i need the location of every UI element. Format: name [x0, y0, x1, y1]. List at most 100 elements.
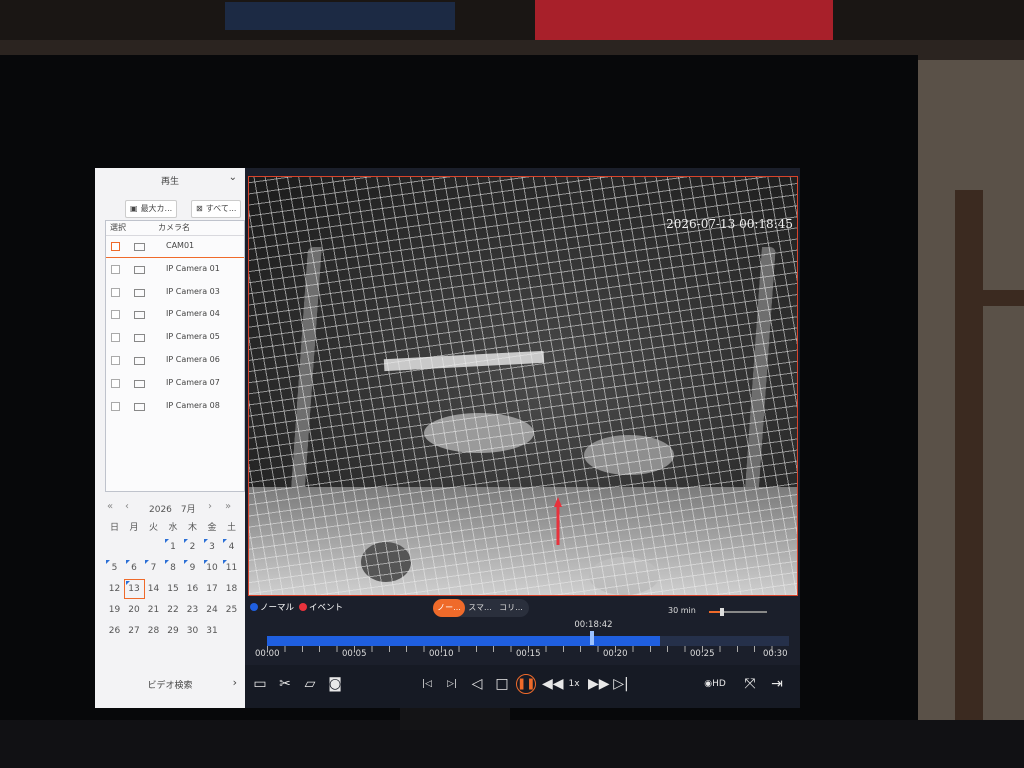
chevron-down-icon[interactable]: ⌄: [229, 172, 237, 183]
step-frame-icon[interactable]: ▷|: [612, 674, 630, 694]
next-year-button[interactable]: »: [225, 501, 231, 512]
calendar-day[interactable]: 9: [183, 559, 202, 577]
calendar-day[interactable]: 17: [203, 580, 222, 598]
tab-smart[interactable]: スマ...: [465, 599, 495, 617]
tab-other[interactable]: コリ...: [495, 599, 527, 617]
tab-normal[interactable]: ノー...: [433, 599, 465, 617]
checkbox[interactable]: [111, 287, 120, 297]
skip-back-30-icon[interactable]: |◁: [418, 674, 436, 694]
max-channel-button[interactable]: ▣ 最大カ...: [125, 200, 178, 218]
camera-name: IP Camera 04: [166, 309, 220, 319]
tick-label: 00:10: [429, 649, 454, 659]
calendar-day[interactable]: 28: [144, 622, 163, 640]
grid-icon: ▣: [130, 204, 138, 213]
calendar-day[interactable]: 1: [164, 538, 183, 556]
calendar-day[interactable]: 20: [125, 601, 144, 619]
tick-label: 00:20: [603, 649, 628, 659]
zoom-knob[interactable]: [719, 608, 724, 616]
camera-row[interactable]: IP Camera 05: [106, 326, 244, 348]
weekday-label: 火: [148, 523, 158, 533]
checkbox[interactable]: [111, 401, 120, 411]
calendar-day[interactable]: 16: [183, 580, 202, 598]
tick-label: 00:30: [763, 649, 788, 659]
exit-icon[interactable]: ⇥: [767, 674, 787, 694]
slow-icon[interactable]: ◀◀: [542, 674, 564, 694]
camera-name: IP Camera 08: [166, 400, 220, 410]
calendar-day[interactable]: 21: [144, 601, 163, 619]
calendar-day[interactable]: 22: [164, 601, 183, 619]
camera-icon: [134, 288, 145, 297]
playhead[interactable]: [590, 631, 595, 645]
camera-row[interactable]: IP Camera 08: [106, 395, 244, 417]
fullscreen-icon[interactable]: ⤧: [740, 674, 760, 694]
camera-row[interactable]: IP Camera 06: [106, 349, 244, 371]
checkbox[interactable]: [111, 264, 120, 274]
camera-list: 選択 カメラ名 CAM01 IP Camera 01 IP Camera 03 IP …: [105, 220, 245, 492]
weekday-label: 土: [226, 523, 236, 533]
speed-label[interactable]: 1x: [565, 674, 583, 694]
camera-snapshot-icon[interactable]: ◙: [325, 674, 345, 694]
calendar-day[interactable]: 13: [123, 579, 145, 599]
legend-event: イベント: [299, 601, 343, 613]
scissors-icon[interactable]: ✂: [275, 674, 295, 694]
zoom-label: 30 min: [668, 606, 696, 615]
next-month-button[interactable]: ›: [208, 501, 212, 512]
timeline-track[interactable]: [267, 631, 789, 646]
folder-icon[interactable]: ▱: [300, 674, 320, 694]
calendar-day[interactable]: 24: [203, 601, 222, 619]
calendar-day[interactable]: 23: [183, 601, 202, 619]
calendar-day[interactable]: 10: [203, 559, 222, 577]
calendar-day[interactable]: 29: [164, 622, 183, 640]
chevron-right-icon[interactable]: ›: [233, 676, 237, 689]
calendar-day[interactable]: 18: [222, 580, 241, 598]
record-type-tabs: ノー... スマ... コリ...: [433, 599, 529, 617]
camera-row[interactable]: CAM01: [106, 235, 244, 258]
skip-forward-30-icon[interactable]: ▷|: [443, 674, 461, 694]
reverse-play-icon[interactable]: ◁: [468, 674, 486, 694]
quality-toggle[interactable]: ◉HD: [700, 674, 730, 694]
video-viewport[interactable]: 2026-07-13 00:18:45: [248, 176, 798, 596]
checkbox[interactable]: [111, 378, 120, 388]
calendar-day[interactable]: 14: [144, 580, 163, 598]
camera-icon: [134, 357, 145, 365]
checkbox[interactable]: [111, 333, 120, 343]
calendar-day[interactable]: 4: [222, 538, 241, 556]
calendar-day[interactable]: 31: [203, 622, 222, 640]
zoom-slider[interactable]: [709, 608, 767, 616]
video-search-link[interactable]: ビデオ検索: [95, 678, 245, 691]
calendar-day[interactable]: 8: [164, 559, 183, 577]
checkbox[interactable]: [111, 310, 120, 320]
calendar-day[interactable]: 26: [105, 622, 124, 640]
calendar-day[interactable]: 27: [125, 622, 144, 640]
recorded-segment: [267, 636, 661, 646]
camera-row[interactable]: IP Camera 04: [106, 303, 244, 325]
calendar-day[interactable]: 5: [105, 559, 124, 577]
calendar-day[interactable]: 19: [105, 601, 124, 619]
stop-icon[interactable]: □: [493, 674, 511, 694]
close-all-button[interactable]: ⊠ すべて...: [191, 200, 242, 218]
calendar-day[interactable]: 15: [164, 580, 183, 598]
calendar-day[interactable]: 25: [222, 601, 241, 619]
calendar-day[interactable]: 3: [203, 538, 222, 556]
tick-label: 00:05: [342, 649, 367, 659]
checkbox[interactable]: [111, 242, 120, 251]
calendar-day[interactable]: 6: [125, 559, 144, 577]
pause-button[interactable]: ❚❚: [516, 674, 538, 694]
calendar-day[interactable]: 7: [144, 559, 163, 577]
video-clip-icon[interactable]: ▭: [250, 674, 270, 694]
camera-row[interactable]: IP Camera 01: [106, 258, 244, 280]
camera-row[interactable]: IP Camera 07: [106, 372, 244, 394]
calendar-day[interactable]: 2: [183, 538, 202, 556]
playback-controls: ▭ ✂ ▱ ◙ |◁ ▷| ◁ □ ❚❚ ◀◀ 1x ▶▶ ▷| ◉HD ⤧ ⇥: [245, 665, 800, 708]
forward-icon[interactable]: ▶▶: [588, 674, 610, 694]
camera-row[interactable]: IP Camera 03: [106, 281, 244, 303]
red-box-on-shelf: [535, 0, 833, 45]
calendar-day[interactable]: 12: [105, 580, 124, 598]
chair-post: [955, 190, 983, 768]
prev-month-button[interactable]: ‹: [125, 501, 129, 512]
calendar-day[interactable]: 30: [183, 622, 202, 640]
calendar-day[interactable]: 11: [222, 559, 241, 577]
camera-icon: [134, 265, 145, 274]
prev-year-button[interactable]: «: [107, 501, 113, 512]
checkbox[interactable]: [111, 356, 120, 365]
